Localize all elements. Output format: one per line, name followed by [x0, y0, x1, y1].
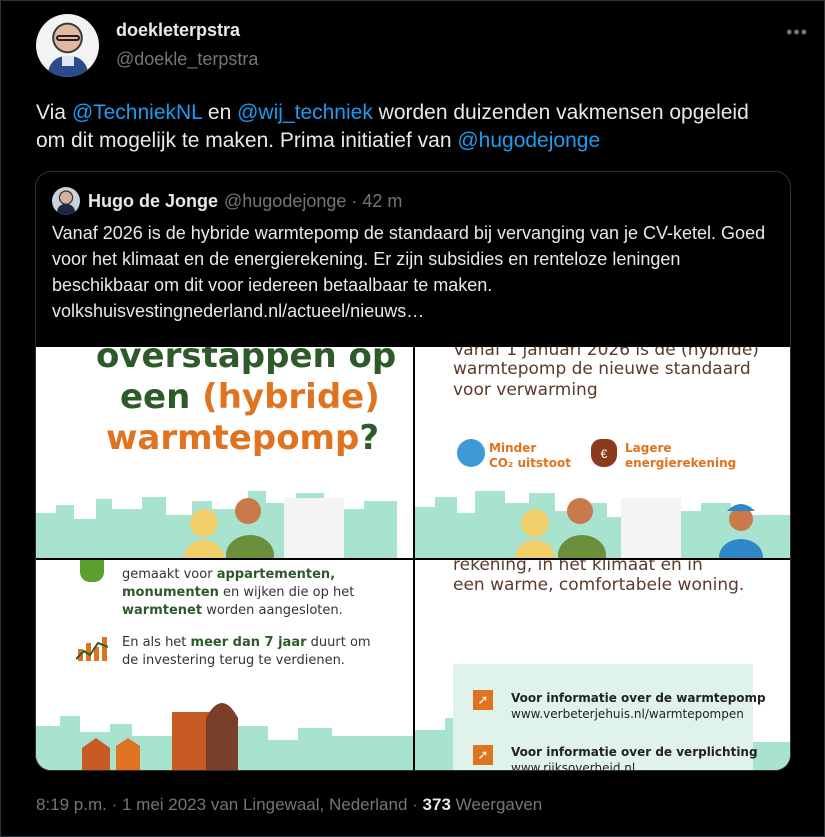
tweet-date[interactable]: 1 mei 2023 — [122, 795, 206, 814]
author-display-name[interactable]: doekleterpstra — [116, 20, 240, 41]
quoted-tweet-header: Hugo de Jonge @hugodejonge · 42 m — [52, 186, 402, 216]
skyline-illustration — [415, 491, 790, 558]
quoted-tweet-text: Vanaf 2026 is de hybride warmtepomp de s… — [52, 223, 766, 321]
info-link[interactable]: Voor informatie over de verplichting www… — [511, 744, 758, 771]
arrow-link-icon: ➚ — [473, 690, 493, 710]
headline-part: ? — [359, 418, 380, 458]
hand-icon — [80, 560, 104, 582]
globe-icon — [457, 439, 485, 467]
chart-trend-icon — [76, 637, 108, 661]
author-avatar[interactable] — [36, 14, 99, 77]
badge-co2: Minder CO₂ uitstoot — [489, 441, 571, 471]
tweet-header: doekleterpstra @doekle_terpstra ••• — [36, 14, 816, 80]
arrow-link-icon: ➚ — [473, 745, 493, 765]
infographic-text-line: monumenten en wijken die op het — [122, 584, 354, 601]
infographic-text-line: En als het meer dan 7 jaar duurt om — [122, 634, 371, 651]
text-part: En als het — [122, 635, 191, 650]
text-part: duurt om — [306, 635, 371, 650]
info-link-title: Voor informatie over de verplichting — [511, 745, 758, 759]
separator-dot: · — [351, 190, 358, 211]
tweet-text-segment: Via — [36, 101, 72, 124]
quoted-author-handle[interactable]: @hugodejonge — [224, 191, 346, 212]
infographic-text-line: warmtenet worden aangesloten. — [122, 602, 343, 619]
mention-link[interactable]: @wij_techniek — [237, 101, 373, 124]
info-link-title: Voor informatie over de warmtepomp — [511, 691, 766, 705]
text-part: warmtenet — [122, 603, 203, 618]
text-part: worden aangesloten. — [202, 603, 343, 618]
text-part: monumenten — [122, 585, 219, 600]
infographic-image-2[interactable]: Vanaf 1 januari 2026 is de (hybride) war… — [415, 347, 790, 558]
infographic-image-1[interactable]: overstappen op een (hybride) warmtepomp? — [36, 347, 413, 558]
view-count-label: Weergaven — [450, 795, 543, 814]
text-part: appartementen, — [216, 567, 336, 582]
infographic-image-4[interactable]: rekening, in het klimaat en in een warme… — [415, 560, 790, 771]
infographic-text-line: voor verwarming — [453, 380, 598, 400]
headline-part: warmtepomp — [106, 418, 360, 458]
quoted-author-name[interactable]: Hugo de Jonge — [88, 191, 218, 212]
badge-label: Minder — [489, 441, 537, 455]
houses-illustration — [36, 703, 413, 770]
author-handle[interactable]: @doekle_terpstra — [116, 49, 258, 70]
tweet-meta: 8:19 p.m. · 1 mei 2023 van Lingewaal, Ne… — [36, 795, 542, 815]
infographic-headline-line: warmtepomp? — [106, 417, 379, 459]
headline-part: een — [120, 377, 203, 417]
skyline-illustration — [36, 491, 397, 558]
badge-label: energierekening — [625, 456, 737, 470]
badge-label: CO₂ uitstoot — [489, 456, 571, 470]
quoted-author-avatar[interactable] — [52, 187, 80, 215]
separator-dot: · — [407, 795, 423, 814]
info-link-url: www.verbeterjehuis.nl/warmtepompen — [511, 707, 744, 721]
infographic-text-line: een warme, comfortabele woning. — [453, 575, 745, 595]
text-part: gemaakt voor — [122, 567, 217, 582]
info-link-url: www.rijksoverheid.nl — [511, 761, 636, 771]
headline-part: (hybride) — [202, 377, 380, 417]
more-horizontal-icon[interactable]: ••• — [786, 22, 808, 43]
view-count: 373 — [422, 795, 451, 814]
infographic-text-line: warmtepomp de nieuwe standaard — [453, 359, 751, 379]
quoted-timestamp[interactable]: 42 m — [362, 191, 402, 212]
text-part: en wijken die op het — [218, 585, 355, 600]
quoted-tweet[interactable]: Hugo de Jonge @hugodejonge · 42 m Vanaf … — [35, 171, 791, 771]
infographic-text-line: gemaakt voor appartementen, — [122, 566, 335, 583]
badge-label: Lagere — [625, 441, 672, 455]
infographic-image-3[interactable]: gemaakt voor appartementen, monumenten e… — [36, 560, 413, 770]
mention-link[interactable]: @hugodejonge — [457, 129, 600, 152]
tweet-text-segment: en — [202, 101, 238, 124]
tweet-time[interactable]: 8:19 p.m. — [36, 795, 107, 814]
mention-link[interactable]: @TechniekNL — [72, 101, 202, 124]
badge-energy: Lagere energierekening — [625, 441, 736, 471]
tweet-text: Via @TechniekNL en @wij_techniek worden … — [36, 99, 776, 155]
infographic-headline-line: overstappen op — [96, 347, 397, 376]
separator-dot: · — [106, 795, 122, 814]
text-part: meer dan 7 jaar — [190, 635, 307, 650]
tweet-source: van Lingewaal, Nederland — [206, 795, 408, 814]
money-bag-icon: € — [591, 439, 617, 467]
infographic-text-line: de investering terug te verdienen. — [122, 653, 345, 668]
infographic-headline-line: een (hybride) — [120, 376, 380, 418]
info-link[interactable]: Voor informatie over de warmtepomp www.v… — [511, 690, 766, 722]
image-grid: overstappen op een (hybride) warmtepomp?… — [36, 347, 790, 771]
